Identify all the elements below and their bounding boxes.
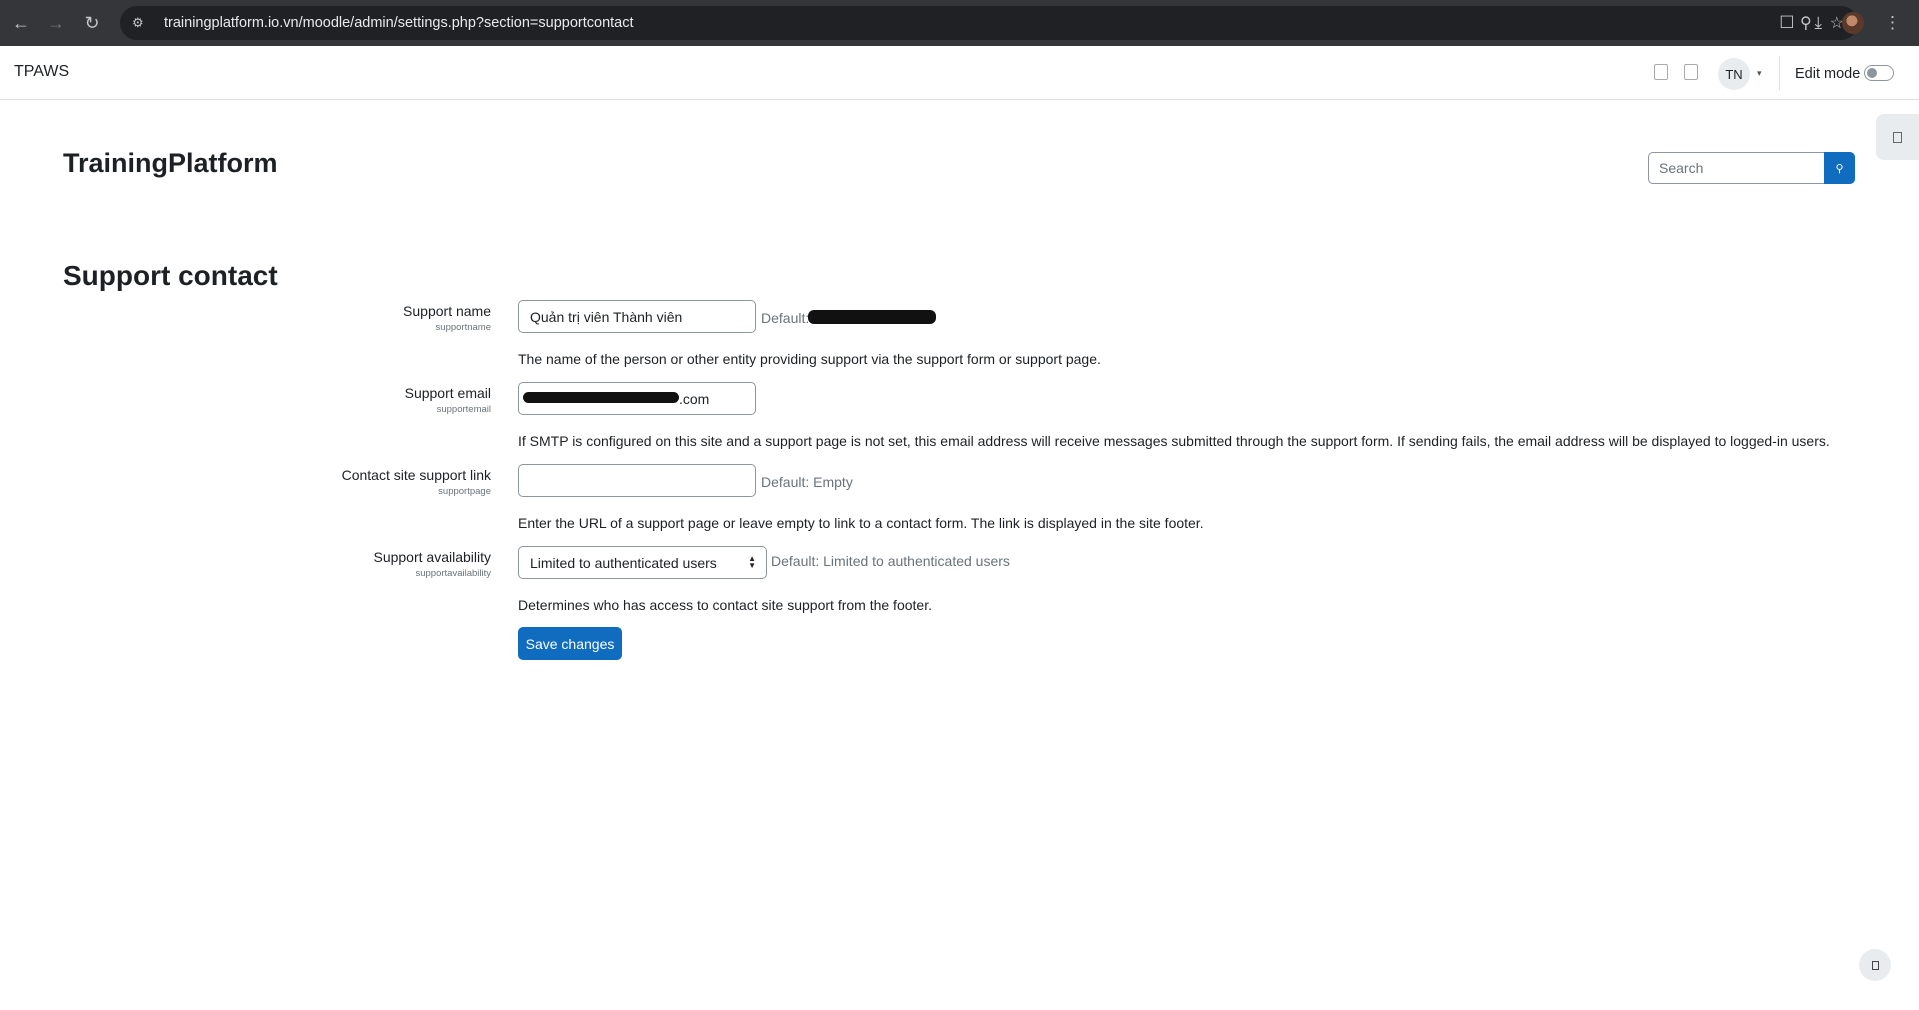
redacted-default-value xyxy=(808,310,936,324)
site-info-icon[interactable]: ⚙ xyxy=(132,15,152,31)
support-email-input[interactable]: .com xyxy=(518,382,756,415)
download-icon[interactable]: ⤓ xyxy=(1814,13,1822,33)
support-availability-description: Determines who has access to contact sit… xyxy=(518,597,932,613)
support-page-default: Default: Empty xyxy=(761,474,853,490)
support-page-input[interactable] xyxy=(518,464,756,497)
save-changes-button[interactable]: Save changes xyxy=(518,627,622,660)
forward-icon[interactable]: → xyxy=(38,5,74,41)
support-name-input[interactable] xyxy=(518,300,756,333)
support-name-description: The name of the person or other entity p… xyxy=(518,351,1101,367)
search-input[interactable] xyxy=(1648,152,1824,184)
setting-label: Contact site support link supportpage xyxy=(342,467,491,497)
browser-toolbar: ← → ↻ ⚙ trainingplatform.io.vn/moodle/ad… xyxy=(0,0,1919,46)
site-brand[interactable]: TPAWS xyxy=(14,63,69,81)
search-icon: ⚲ xyxy=(1835,162,1844,175)
setting-label: Support name supportname xyxy=(403,303,491,333)
label-key: supportpage xyxy=(438,486,491,497)
toggle-knob xyxy=(1867,68,1877,78)
support-availability-select[interactable]: Limited to authenticated users ▲ ▼ xyxy=(518,546,767,579)
address-bar[interactable]: ⚙ trainingplatform.io.vn/moodle/admin/se… xyxy=(120,6,1858,40)
label-support-name[interactable]: Support name xyxy=(403,303,491,319)
support-availability-default: Default: Limited to authenticated users xyxy=(771,553,1010,569)
url-text[interactable]: trainingplatform.io.vn/moodle/admin/sett… xyxy=(164,15,634,31)
extensions-icon[interactable]: ☐ xyxy=(1779,13,1794,33)
select-arrows-icon: ▲ ▼ xyxy=(748,554,756,570)
back-icon[interactable]: ← xyxy=(3,5,39,41)
drawer-icon xyxy=(1893,131,1902,143)
user-menu-caret-icon[interactable]: ▾ xyxy=(1757,68,1762,79)
label-key: supportemail xyxy=(436,404,491,415)
label-support-page[interactable]: Contact site support link xyxy=(342,467,491,483)
search-form: ⚲ xyxy=(1648,152,1855,184)
notifications-icon[interactable] xyxy=(1654,64,1668,80)
site-title: TrainingPlatform xyxy=(63,148,278,178)
setting-label: Support availability supportavailability xyxy=(373,549,491,579)
label-key: supportname xyxy=(435,322,491,333)
support-name-default: Default: xyxy=(761,310,810,326)
page-title: Support contact xyxy=(63,260,278,291)
edit-mode-toggle[interactable] xyxy=(1864,65,1894,81)
support-page-description: Enter the URL of a support page or leave… xyxy=(518,515,1204,531)
user-avatar[interactable]: TN xyxy=(1718,58,1750,90)
edit-mode-label: Edit mode xyxy=(1795,66,1861,82)
label-key: supportavailability xyxy=(415,568,491,579)
menu-kebab-icon[interactable]: ⋮ xyxy=(1884,13,1901,33)
redacted-email xyxy=(523,392,679,403)
footer-help-button[interactable] xyxy=(1859,949,1891,981)
reload-icon[interactable]: ↻ xyxy=(74,5,110,41)
navbar-divider xyxy=(1779,56,1780,90)
profile-avatar-icon[interactable] xyxy=(1842,12,1864,34)
help-icon xyxy=(1871,960,1879,970)
support-email-description: If SMTP is configured on this site and a… xyxy=(518,433,1830,449)
block-drawer-toggle[interactable] xyxy=(1876,114,1919,160)
label-support-availability[interactable]: Support availability xyxy=(373,549,491,565)
select-value: Limited to authenticated users xyxy=(530,554,717,571)
messages-icon[interactable] xyxy=(1684,64,1698,80)
label-support-email[interactable]: Support email xyxy=(405,385,491,401)
setting-label: Support email supportemail xyxy=(405,385,491,415)
search-button[interactable]: ⚲ xyxy=(1824,152,1855,184)
site-navbar: TPAWS TN ▾ Edit mode xyxy=(0,46,1919,100)
email-suffix: .com xyxy=(679,391,710,407)
